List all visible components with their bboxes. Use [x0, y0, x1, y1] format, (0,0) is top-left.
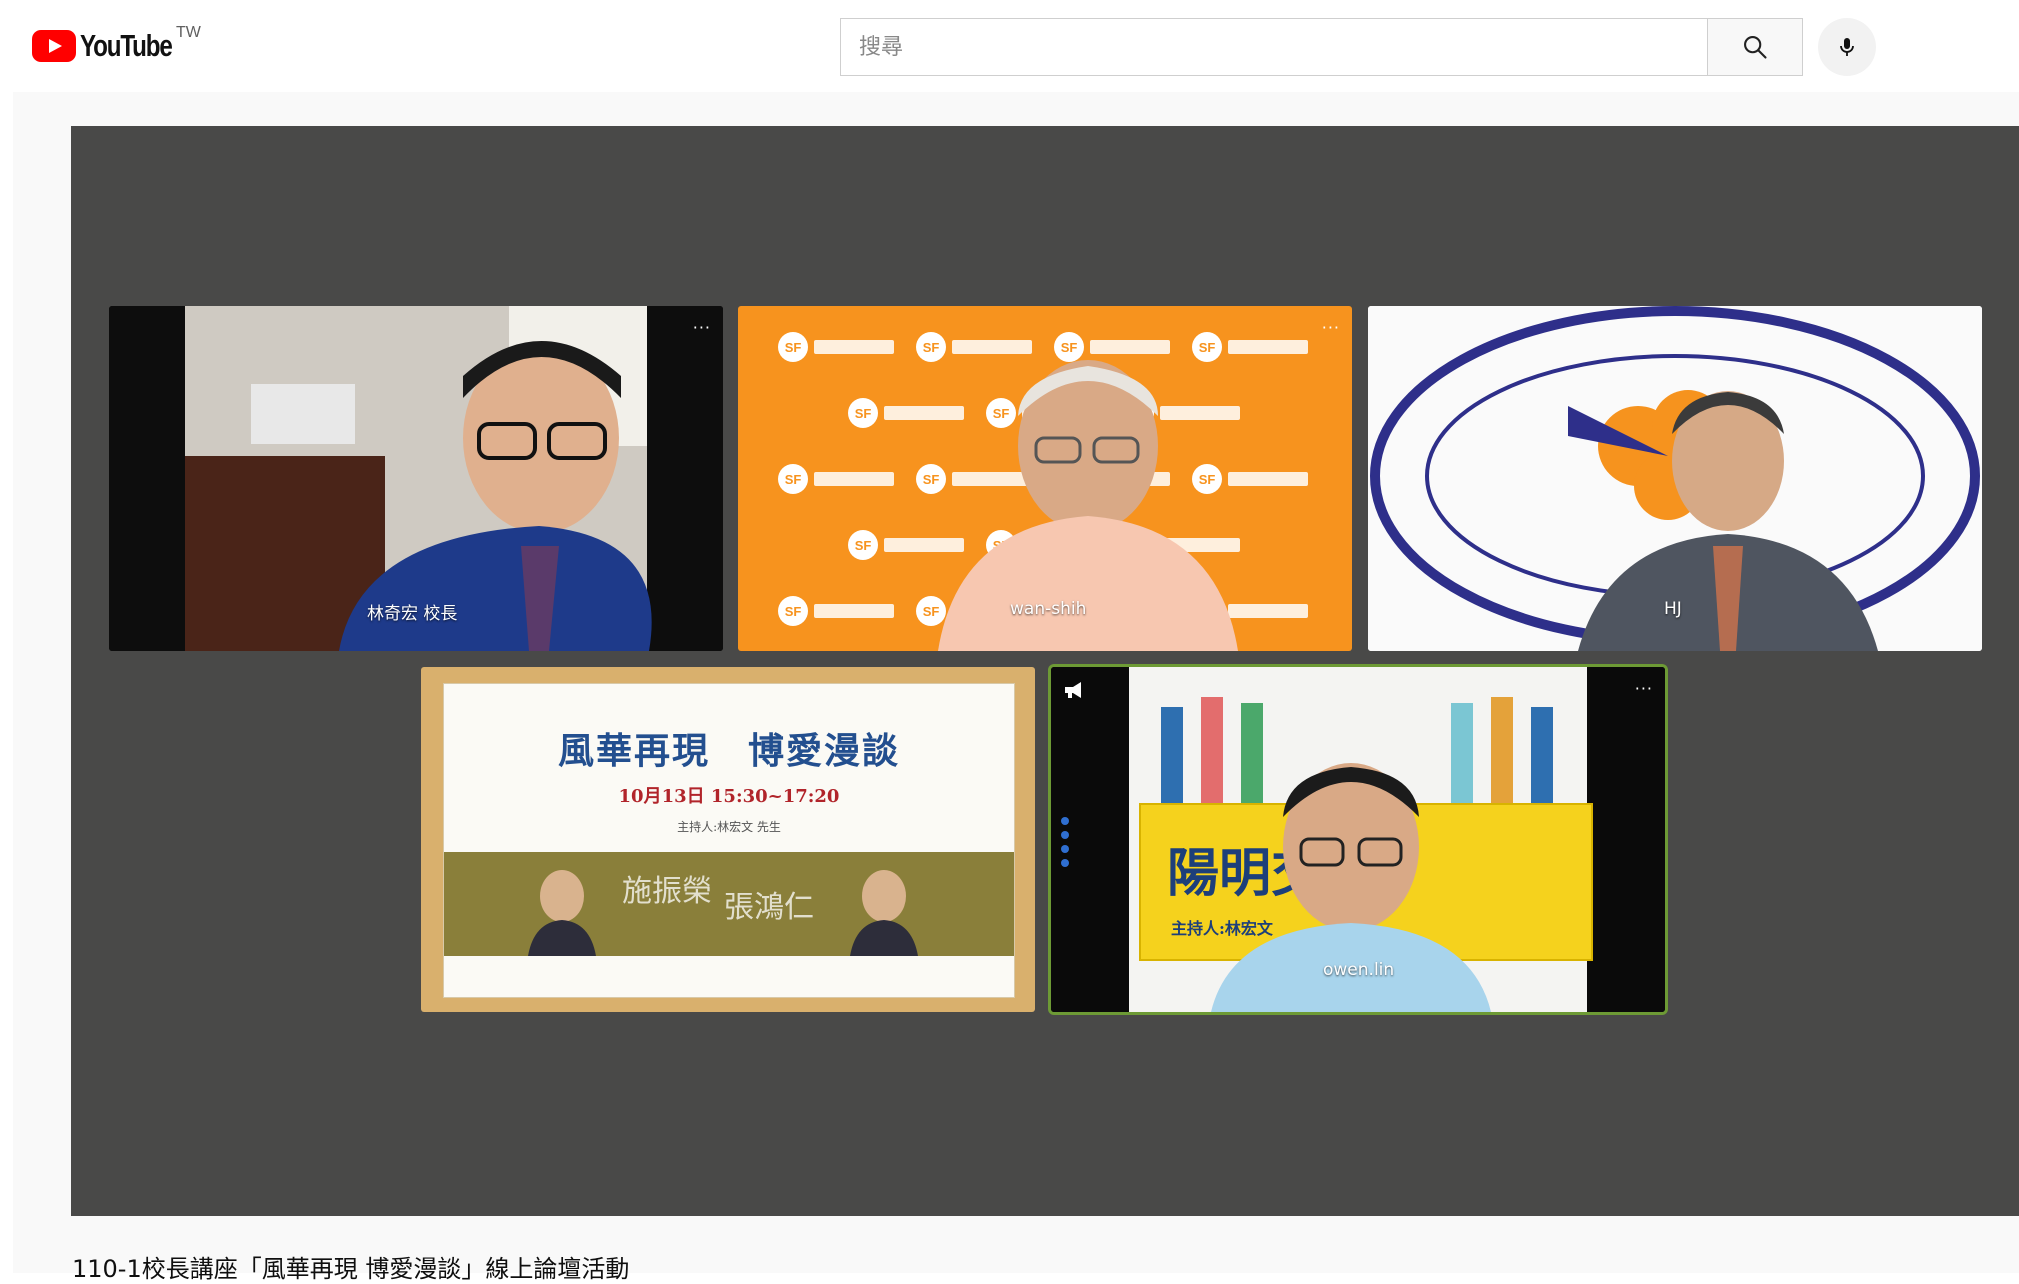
video-title: 110-1校長講座「風華再現 博愛漫談」線上論壇活動	[72, 1255, 630, 1283]
search-input[interactable]	[841, 19, 1707, 75]
participant-tile-3: HJ	[1368, 306, 1982, 651]
participant-tile-5-active-speaker: 陽明交 主持人:林宏文 owen.lin ···	[1051, 667, 1665, 1012]
speaker-name-2: 張鴻仁	[724, 890, 814, 925]
microphone-icon	[1840, 38, 1854, 56]
logo-text: YouTube	[80, 28, 173, 63]
play-logo-icon	[32, 30, 76, 62]
participant-name: owen.lin	[1323, 960, 1395, 980]
participant-tile-4: 風華再現 博愛漫談 10月13日 15:30~17:20 主持人:林宏文 先生 …	[421, 667, 1035, 1012]
poster-datetime: 10月13日 15:30~17:20	[618, 786, 840, 807]
youtube-logo[interactable]: YouTube	[32, 28, 198, 64]
more-options-icon[interactable]: ···	[693, 320, 711, 336]
poster-host: 主持人:林宏文 先生	[677, 820, 781, 834]
region-code: TW	[176, 24, 201, 41]
participant-tile-2: SF SF SF SF SF SF SF SF SF SF SF SF SF S…	[738, 306, 1352, 651]
participant-tile-1: 林奇宏 校長 ···	[109, 306, 723, 651]
voice-search-button[interactable]	[1818, 18, 1876, 76]
search-box	[840, 18, 1708, 76]
masthead: YouTube TW	[0, 0, 2019, 92]
participant-name: wan-shih	[1010, 599, 1087, 619]
participant-name: 林奇宏 校長	[367, 604, 458, 624]
more-options-icon[interactable]: ···	[1635, 681, 1653, 697]
more-options-icon[interactable]: ···	[1322, 320, 1340, 336]
search-icon	[1744, 36, 1767, 59]
poster-title: 風華再現 博愛漫談	[557, 730, 900, 772]
spotlight-megaphone-icon	[1065, 682, 1081, 698]
video-player[interactable]: 林奇宏 校長 ··· SF SF SF SF SF SF SF SF SF SF…	[71, 126, 2019, 1216]
speaker-name-1: 施振榮	[622, 874, 712, 909]
poster-speaker-band: 施振榮 張鴻仁	[444, 852, 1014, 956]
shared-poster: 風華再現 博愛漫談 10月13日 15:30~17:20 主持人:林宏文 先生 …	[443, 683, 1015, 998]
participant-name: HJ	[1664, 599, 1682, 619]
search-button[interactable]	[1707, 18, 1803, 76]
